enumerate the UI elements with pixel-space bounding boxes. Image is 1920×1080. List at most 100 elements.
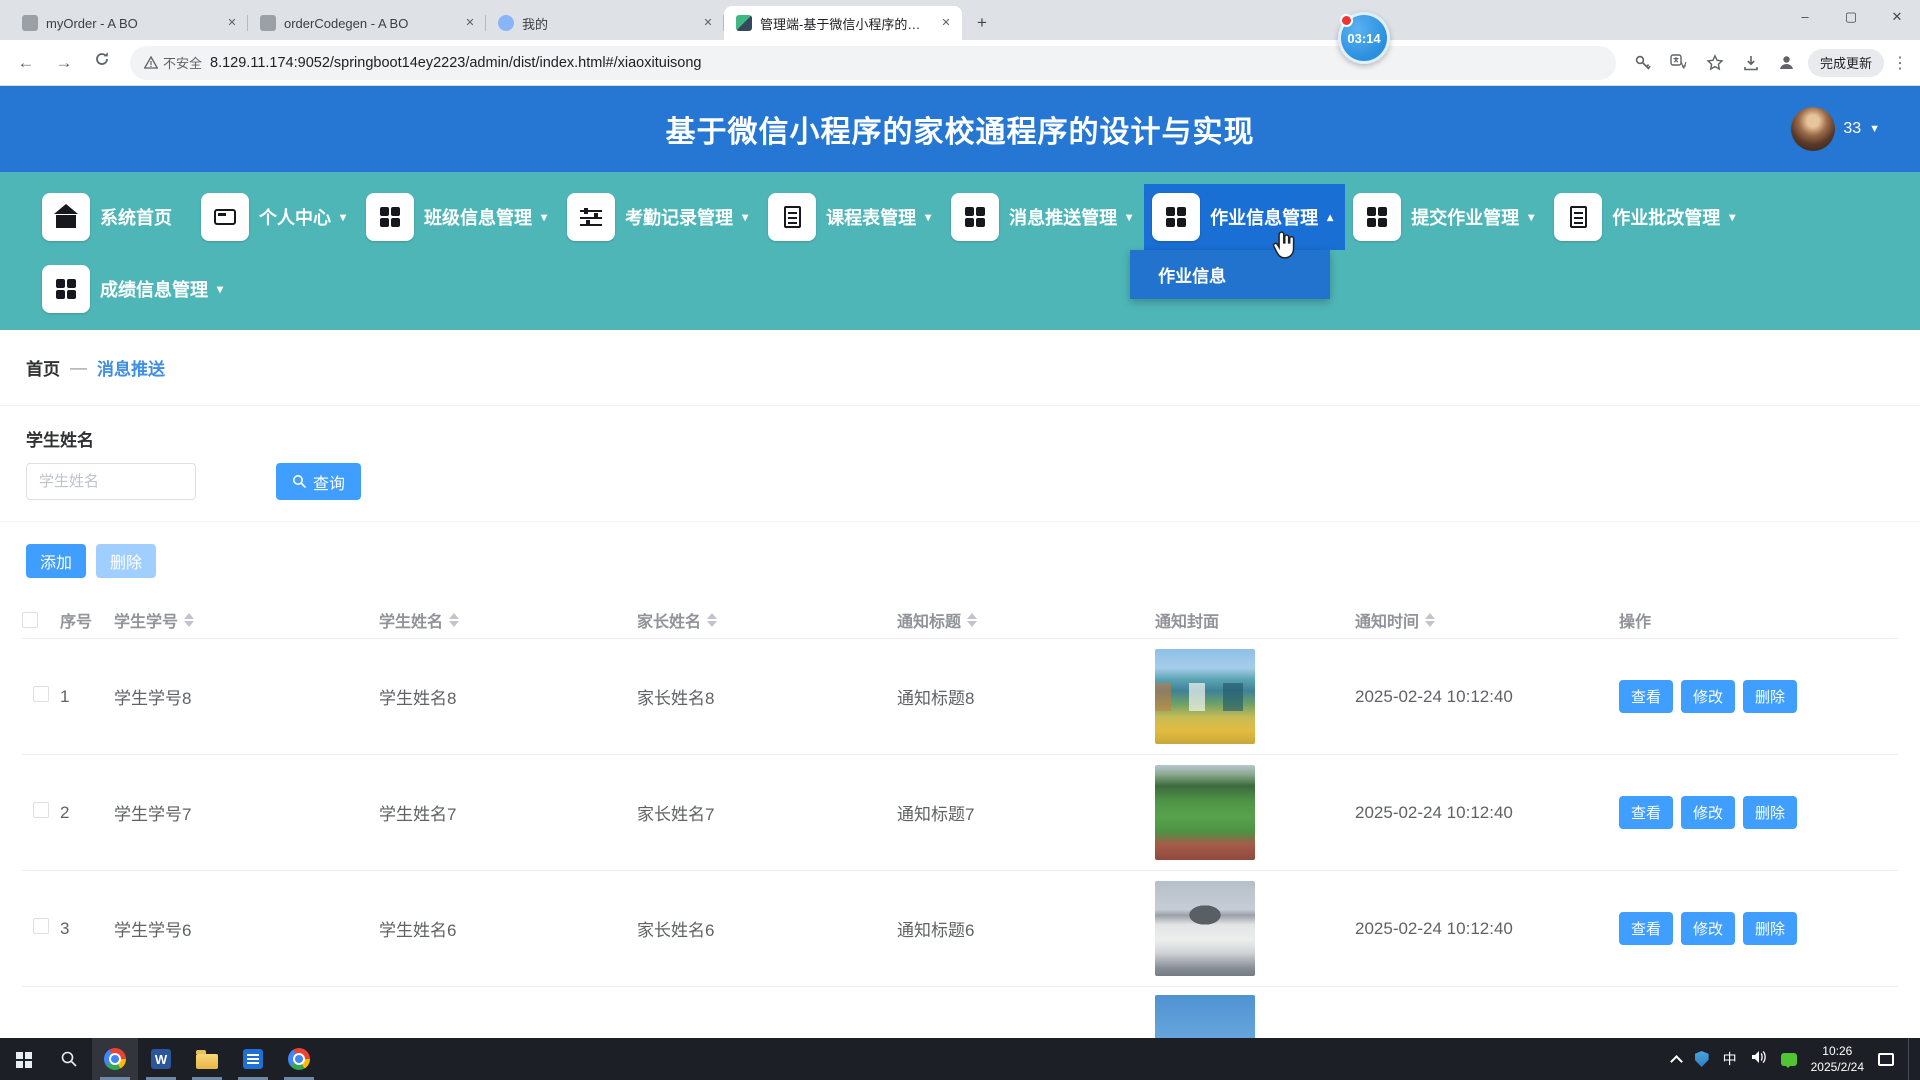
view-button[interactable]: 查看 xyxy=(1619,912,1673,945)
view-button[interactable]: 查看 xyxy=(1619,796,1673,829)
tab-close-icon[interactable]: ✕ xyxy=(938,15,954,31)
word-icon: W xyxy=(151,1049,171,1069)
row-delete-button[interactable]: 删除 xyxy=(1743,796,1797,829)
chevron-down-icon: ▾ xyxy=(1528,210,1534,224)
windows-logo-icon xyxy=(16,1052,23,1059)
cell-index: 2 xyxy=(60,803,114,823)
tab-close-icon[interactable]: ✕ xyxy=(224,15,240,31)
edit-button[interactable]: 修改 xyxy=(1681,680,1735,713)
password-key-icon[interactable] xyxy=(1628,48,1658,78)
cell-parent-name: 家长姓名6 xyxy=(637,916,897,941)
nav-item-homework-submit[interactable]: 提交作业管理 ▾ xyxy=(1345,184,1546,250)
chat-app-icon[interactable] xyxy=(1781,1053,1797,1066)
breadcrumb-home-link[interactable]: 首页 xyxy=(26,355,60,380)
tab-close-icon[interactable]: ✕ xyxy=(700,15,716,31)
defender-shield-icon[interactable] xyxy=(1695,1051,1709,1067)
nav-item-attendance[interactable]: 考勤记录管理 ▾ xyxy=(559,184,760,250)
tab-close-icon[interactable]: ✕ xyxy=(462,15,478,31)
sort-caret-icon[interactable] xyxy=(1425,613,1435,627)
nav-item-label: 系统首页 xyxy=(100,204,172,230)
action-center-icon[interactable] xyxy=(1878,1053,1894,1066)
taskbar-explorer-button[interactable] xyxy=(184,1038,230,1080)
actions-toolbar: 添加 删除 xyxy=(0,522,1920,602)
nav-item-homework-info[interactable]: 作业信息管理 ▴ 作业信息 xyxy=(1144,184,1345,250)
query-button[interactable]: 查询 xyxy=(276,463,361,500)
browser-menu-icon[interactable]: ⋮ xyxy=(1890,53,1910,73)
browser-tab-myorder[interactable]: myOrder - A BO ✕ xyxy=(10,6,248,40)
back-button[interactable]: ← xyxy=(10,47,42,79)
sort-caret-icon[interactable] xyxy=(967,613,977,627)
notice-cover-image xyxy=(1155,649,1255,744)
taskbar-blue-app-button[interactable] xyxy=(230,1038,276,1080)
query-button-label: 查询 xyxy=(313,470,345,494)
address-bar[interactable]: 不安全 8.129.11.174:9052/springboot14ey2223… xyxy=(130,46,1616,80)
downloads-icon[interactable] xyxy=(1736,48,1766,78)
col-header-index: 序号 xyxy=(60,608,92,632)
view-button[interactable]: 查看 xyxy=(1619,680,1673,713)
nav-item-timetable[interactable]: 课程表管理 ▾ xyxy=(760,184,943,250)
student-name-input[interactable] xyxy=(26,463,196,500)
chrome-update-button[interactable]: 完成更新 xyxy=(1808,49,1884,77)
row-delete-button[interactable]: 删除 xyxy=(1743,912,1797,945)
row-checkbox[interactable] xyxy=(33,802,49,818)
row-delete-button[interactable]: 删除 xyxy=(1743,680,1797,713)
ime-language-indicator[interactable]: 中 xyxy=(1723,1049,1737,1069)
tab-favicon xyxy=(22,15,38,31)
nav-item-personal-center[interactable]: 个人中心 ▾ xyxy=(193,184,358,250)
schedule-icon xyxy=(768,193,816,241)
search-icon xyxy=(60,1050,78,1068)
start-button[interactable] xyxy=(0,1038,46,1080)
row-checkbox[interactable] xyxy=(33,918,49,934)
taskbar-chrome2-button[interactable] xyxy=(276,1038,322,1080)
user-name: 33 xyxy=(1843,120,1861,138)
nav-item-message-push[interactable]: 消息推送管理 ▾ xyxy=(943,184,1144,250)
maximize-button[interactable]: ▢ xyxy=(1828,0,1874,34)
system-tray: 中 10:26 2025/2/24 xyxy=(1672,1038,1920,1080)
tray-expand-icon[interactable] xyxy=(1670,1055,1683,1068)
nav-dropdown: 作业信息 xyxy=(1130,250,1330,299)
nav-item-system-home[interactable]: 系统首页 xyxy=(34,184,193,250)
show-desktop-button[interactable] xyxy=(1908,1038,1914,1080)
translate-icon[interactable] xyxy=(1664,48,1694,78)
select-all-checkbox[interactable] xyxy=(22,612,38,628)
taskbar-chrome-button[interactable] xyxy=(92,1038,138,1080)
tab-label: 我的 xyxy=(522,14,692,33)
clock-date: 2025/2/24 xyxy=(1811,1059,1864,1075)
sort-caret-icon[interactable] xyxy=(707,613,717,627)
grid-icon xyxy=(951,193,999,241)
recording-timer-overlay: 03:14 xyxy=(1338,12,1390,64)
browser-tab-mine[interactable]: 我的 ✕ xyxy=(486,6,724,40)
security-chip[interactable]: 不安全 xyxy=(144,53,202,72)
reload-button[interactable] xyxy=(86,47,118,79)
delete-button[interactable]: 删除 xyxy=(96,544,156,578)
chevron-down-icon: ▾ xyxy=(1729,210,1735,224)
taskbar-search-button[interactable] xyxy=(46,1038,92,1080)
nav-item-label: 作业批改管理 xyxy=(1612,204,1720,230)
sort-caret-icon[interactable] xyxy=(184,613,194,627)
browser-tab-admin-active[interactable]: 管理端-基于微信小程序的家校 ✕ xyxy=(724,6,962,40)
add-button[interactable]: 添加 xyxy=(26,544,86,578)
nav-item-class-info[interactable]: 班级信息管理 ▾ xyxy=(358,184,559,250)
row-checkbox[interactable] xyxy=(33,686,49,702)
nav-dropdown-item-homework-info[interactable]: 作业信息 xyxy=(1130,250,1330,299)
nav-item-grades[interactable]: 成绩信息管理 ▾ xyxy=(34,256,235,322)
bookmark-star-icon[interactable] xyxy=(1700,48,1730,78)
taskbar-clock[interactable]: 10:26 2025/2/24 xyxy=(1811,1043,1864,1075)
profile-icon[interactable] xyxy=(1772,48,1802,78)
col-header-student-id: 学生学号 xyxy=(114,608,178,632)
minimize-button[interactable]: – xyxy=(1782,0,1828,34)
browser-tab-ordercodegen[interactable]: orderCodegen - A BO ✕ xyxy=(248,6,486,40)
user-menu[interactable]: 33 ▼ xyxy=(1791,86,1880,172)
new-tab-button[interactable]: + xyxy=(968,9,996,37)
forward-button[interactable]: → xyxy=(48,47,80,79)
user-avatar[interactable] xyxy=(1791,107,1835,151)
nav-row-1: 系统首页 个人中心 ▾ 班级信息管理 ▾ 考勤记录管理 ▾ xyxy=(34,184,1920,250)
nav-item-homework-review[interactable]: 作业批改管理 ▾ xyxy=(1546,184,1747,250)
taskbar-word-button[interactable]: W xyxy=(138,1038,184,1080)
close-button[interactable]: ✕ xyxy=(1874,0,1920,34)
edit-button[interactable]: 修改 xyxy=(1681,796,1735,829)
sort-caret-icon[interactable] xyxy=(449,613,459,627)
nav-item-label: 班级信息管理 xyxy=(424,204,532,230)
volume-icon[interactable] xyxy=(1751,1050,1767,1069)
edit-button[interactable]: 修改 xyxy=(1681,912,1735,945)
